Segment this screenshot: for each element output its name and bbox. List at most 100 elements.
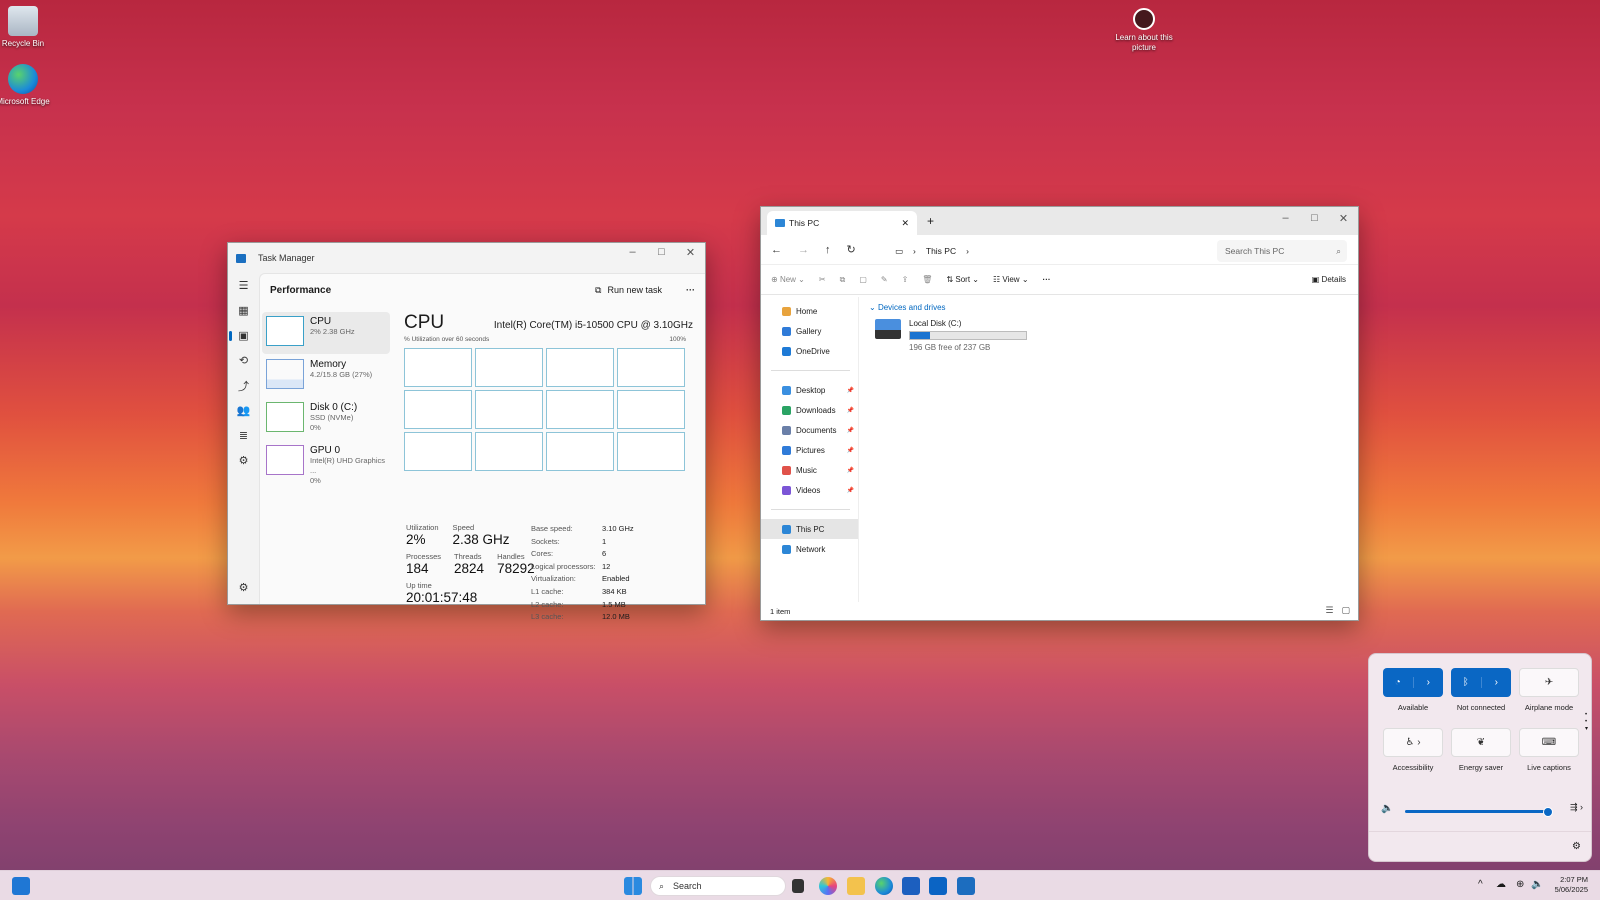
file-explorer-icon[interactable] [847,877,865,895]
paste-icon[interactable]: ▢ [859,275,867,284]
delete-icon[interactable]: 🗑 [922,275,932,284]
close-icon[interactable]: ✕ [676,243,705,261]
sort-button[interactable]: ⇅ Sort ⌄ [946,275,979,284]
nav-item-downloads[interactable]: Downloads 📌 [761,400,858,420]
nav-item-documents[interactable]: Documents 📌 [761,420,858,440]
forward-icon[interactable]: → [798,244,809,256]
tab-this-pc[interactable]: This PC ✕ [767,211,917,235]
live-captions-tile[interactable]: ⌨ [1519,728,1579,757]
maximize-icon[interactable]: □ [647,243,676,261]
store-icon[interactable] [902,877,920,895]
users-icon[interactable]: 👥 [228,398,259,423]
page-dots[interactable]: • • ▾ [1585,712,1588,733]
nav-item-pictures[interactable]: Pictures 📌 [761,440,858,460]
view-button[interactable]: ☷ View ⌄ [993,275,1029,284]
minimize-icon[interactable]: – [618,243,647,261]
widgets-icon[interactable] [12,877,30,895]
details-view-icon[interactable]: ☰ [1325,605,1333,616]
details-icon[interactable]: ≣ [228,423,259,448]
start-icon[interactable] [624,877,642,895]
nav-item-music[interactable]: Music 📌 [761,460,858,480]
app-history-icon[interactable]: ⟲ [228,348,259,373]
edge-icon[interactable] [875,877,893,895]
nav-item-network[interactable]: Network [761,539,858,559]
resource-disk[interactable]: Disk 0 (C:) SSD (NVMe) 0% [262,398,390,440]
wifi-tile[interactable]: ◔ › [1383,668,1443,697]
pane-header: Performance ⧉ Run new task ··· [260,274,705,306]
clock[interactable]: 2:07 PM 5/06/2025 [1555,875,1588,895]
resource-name: Memory [310,359,347,370]
more-options-icon[interactable]: ··· [1043,275,1051,284]
core-graph [546,432,614,471]
airplane-mode-tile[interactable]: ✈ [1519,668,1579,697]
nav-item-desktop[interactable]: Desktop 📌 [761,380,858,400]
more-options-icon[interactable]: ··· [686,285,695,295]
learn-about-picture[interactable]: Learn about this picture [1112,8,1176,53]
resource-cpu[interactable]: CPU 2% 2.38 GHz [262,312,390,354]
address-bar[interactable]: ▭ › This PC › [889,240,1201,262]
search-input[interactable]: Search This PC ⌕ [1217,240,1347,262]
processes-icon[interactable]: ▦ [228,298,259,323]
close-icon[interactable]: ✕ [1329,209,1358,227]
chevron-right-icon: › [966,246,969,256]
minimize-icon[interactable]: – [1271,209,1300,227]
up-icon[interactable]: ↑ [825,244,831,256]
back-icon[interactable]: ← [771,244,782,256]
nav-item-home[interactable]: Home [761,301,858,321]
onedrive-icon[interactable]: ☁ [1496,879,1506,890]
gpu-thumbnail [266,445,304,475]
new-tab-icon[interactable]: + [927,214,934,228]
pin-icon: 📌 [846,447,854,454]
nav-item-gallery[interactable]: Gallery [761,321,858,341]
taskbar-search[interactable]: ⌕ Search [650,876,786,896]
desktop-icon-recycle-bin[interactable]: Recycle Bin [0,6,55,49]
tiles-view-icon[interactable]: ▢ [1341,605,1350,616]
copilot-icon[interactable] [819,877,837,895]
resource-memory[interactable]: Memory 4.2/15.8 GB (27%) [262,355,390,397]
performance-icon[interactable]: ▣ [228,323,259,348]
startup-apps-icon[interactable]: ⤴ [228,373,259,398]
drive-item[interactable]: Local Disk (C:) 196 GB free of 237 GB [875,319,1027,352]
energy-saver-tile[interactable]: ❦ [1451,728,1511,757]
bluetooth-tile[interactable]: ᛒ › [1451,668,1511,697]
airplane-icon: ✈ [1544,677,1554,688]
chevron-up-icon[interactable]: ^ [1478,879,1483,890]
group-header[interactable]: ⌄ Devices and drives [869,303,1358,312]
breadcrumb[interactable]: This PC [926,246,956,256]
resource-percent: 0% [310,423,321,432]
volume-icon[interactable]: 🔈 [1531,879,1543,890]
audio-output-icon[interactable]: ⇶ › [1570,802,1583,813]
hamburger-icon[interactable]: ☰ [228,273,259,298]
nav-item-videos[interactable]: Videos 📌 [761,480,858,500]
spec-value: 3.10 GHz [602,524,634,533]
task-manager-icon[interactable] [957,877,975,895]
tab-strip: This PC ✕ + – □ ✕ [761,207,1358,235]
drive-usage-bar [909,331,1027,340]
volume-slider[interactable] [1405,807,1554,817]
settings-icon[interactable]: ⚙ [228,575,259,600]
volume-icon[interactable]: 🔈 [1381,803,1393,814]
new-button[interactable]: ⊕ New ⌄ [771,275,805,284]
chevron-right-icon[interactable]: › [1480,677,1512,688]
nav-item-this-pc[interactable]: This PC [761,519,858,539]
services-icon[interactable]: ⚙ [228,448,259,473]
resource-gpu[interactable]: GPU 0 Intel(R) UHD Graphics ... 0% [262,441,390,485]
settings-icon[interactable]: ⚙ [1572,841,1581,852]
details-button[interactable]: ▣ Details [1312,275,1346,284]
task-view-icon[interactable] [792,879,804,893]
share-icon[interactable]: ⇪ [902,275,909,284]
run-new-task-button[interactable]: ⧉ Run new task ··· [595,285,695,296]
refresh-icon[interactable]: ↻ [847,243,856,256]
sort-label: Sort [955,275,971,284]
cut-icon[interactable]: ✂ [819,275,826,284]
outlook-icon[interactable] [929,877,947,895]
network-icon[interactable]: ⊕ [1516,879,1524,890]
maximize-icon[interactable]: □ [1300,209,1329,227]
copy-icon[interactable]: ⧉ [840,275,846,285]
rename-icon[interactable]: ✎ [881,275,888,284]
chevron-right-icon[interactable]: › [1412,677,1444,688]
nav-item-onedrive[interactable]: OneDrive [761,341,858,361]
accessibility-tile[interactable]: ♿ › [1383,728,1443,757]
close-tab-icon[interactable]: ✕ [901,218,909,229]
desktop-icon-edge[interactable]: Microsoft Edge [0,64,55,107]
